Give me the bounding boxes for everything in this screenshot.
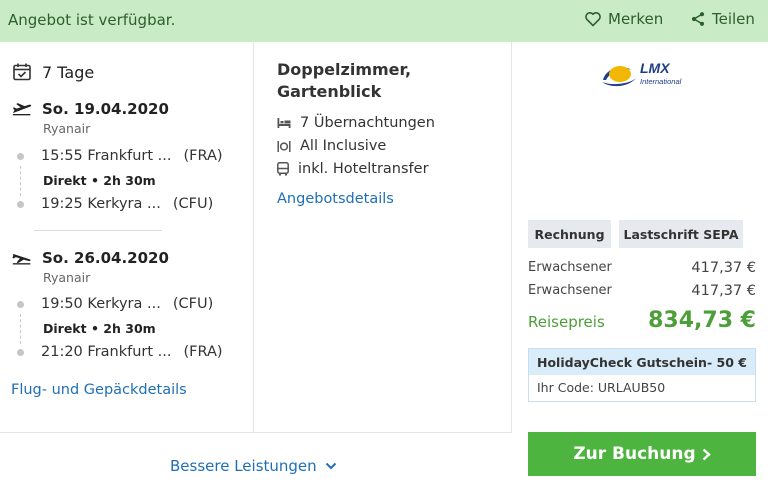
voucher-title: HolidayCheck Gutschein bbox=[537, 354, 707, 370]
nights-text: 7 Übernachtungen bbox=[300, 115, 435, 131]
departure-time: 15:55 bbox=[41, 148, 83, 164]
outbound-date: So. 19.04.2020 bbox=[12, 100, 169, 118]
flight-duration: 2h 30m bbox=[103, 173, 156, 188]
bus-icon bbox=[277, 162, 289, 176]
nights-feature: 7 Übernachtungen bbox=[277, 115, 435, 131]
return-airline: Ryanair bbox=[43, 270, 91, 285]
chevron-down-icon bbox=[325, 462, 336, 470]
plane-takeoff-icon bbox=[12, 103, 32, 116]
direct-label: Direkt bbox=[43, 321, 87, 336]
stop-dot bbox=[17, 200, 24, 208]
arrival-code: (CFU) bbox=[172, 196, 214, 212]
share-icon bbox=[691, 12, 705, 26]
voucher-discount: - 50 € bbox=[707, 354, 747, 370]
outbound-airline: Ryanair bbox=[43, 121, 91, 136]
price-column: LMX International Rechnung Lastschrift S… bbox=[512, 42, 768, 489]
room-type-line1: Doppelzimmer, bbox=[277, 60, 412, 79]
calendar-icon bbox=[13, 63, 31, 81]
departure-city: Kerkyra ... bbox=[87, 296, 161, 312]
arrival-time: 19:25 bbox=[41, 196, 83, 212]
share-label: Teilen bbox=[712, 10, 755, 28]
transfer-feature: inkl. Hoteltransfer bbox=[277, 161, 429, 177]
book-button[interactable]: Zur Buchung bbox=[528, 432, 756, 476]
return-direct-info: Direkt • 2h 30m bbox=[43, 321, 156, 336]
room-type-line2: Gartenblick bbox=[277, 82, 382, 101]
save-button[interactable]: Merken bbox=[584, 10, 663, 28]
route-line bbox=[20, 314, 21, 344]
return-date-text: So. 26.04.2020 bbox=[42, 249, 169, 267]
better-services-label: Bessere Leistungen bbox=[170, 457, 317, 475]
traveler-label: Erwachsener bbox=[528, 283, 612, 298]
flight-column: 7 Tage So. 19.04.2020 Ryanair 15:55 Fran… bbox=[0, 42, 254, 432]
stop-dot bbox=[17, 348, 24, 356]
transfer-text: inkl. Hoteltransfer bbox=[298, 161, 429, 177]
trip-duration-text: 7 Tage bbox=[42, 62, 95, 82]
logo-wordmark: LMX bbox=[640, 60, 671, 76]
stop-dot bbox=[17, 300, 24, 308]
room-type: Doppelzimmer, Gartenblick bbox=[277, 59, 497, 103]
arrival-city: Frankfurt ... bbox=[87, 344, 172, 360]
arrival-code: (FRA) bbox=[183, 344, 223, 360]
voucher-code: Ihr Code: URLAUB50 bbox=[537, 380, 666, 395]
departure-code: (CFU) bbox=[172, 296, 214, 312]
board-text: All Inclusive bbox=[300, 138, 387, 154]
payment-method-sepa: Lastschrift SEPA bbox=[619, 220, 743, 248]
logo-subtext: International bbox=[640, 77, 682, 86]
bottom-bar: Bessere Leistungen bbox=[0, 432, 512, 489]
traveler-price: 417,37 € bbox=[691, 283, 756, 299]
departure-time: 19:50 bbox=[41, 296, 83, 312]
voucher-box: HolidayCheck Gutschein - 50 € Ihr Code: … bbox=[528, 348, 756, 402]
total-price-label: Reisepreis bbox=[528, 313, 605, 331]
save-label: Merken bbox=[608, 10, 664, 28]
traveler-price-row: Erwachsener 417,37 € bbox=[528, 260, 756, 276]
outbound-direct-info: Direkt • 2h 30m bbox=[43, 173, 156, 188]
board-feature: All Inclusive bbox=[277, 138, 386, 154]
outbound-date-text: So. 19.04.2020 bbox=[42, 100, 169, 118]
plane-landing-icon bbox=[12, 253, 31, 265]
flight-duration: 2h 30m bbox=[103, 321, 156, 336]
traveler-price-row: Erwachsener 417,37 € bbox=[528, 283, 756, 299]
tour-operator-logo: LMX International bbox=[600, 58, 684, 96]
heart-icon bbox=[585, 12, 601, 27]
arrival-time: 21:20 bbox=[41, 344, 83, 360]
better-services-toggle[interactable]: Bessere Leistungen bbox=[170, 457, 337, 475]
arrival-city: Kerkyra ... bbox=[87, 196, 161, 212]
book-button-label: Zur Buchung bbox=[573, 444, 696, 464]
departure-city: Frankfurt ... bbox=[87, 148, 172, 164]
bed-icon bbox=[277, 118, 291, 128]
availability-text: Angebot ist verfügbar. bbox=[8, 11, 176, 29]
outbound-departure: 15:55 Frankfurt ... (FRA) bbox=[17, 148, 223, 164]
direct-label: Direkt bbox=[43, 173, 87, 188]
total-price-row: Reisepreis 834,73 € bbox=[528, 308, 756, 333]
traveler-price: 417,37 € bbox=[691, 260, 756, 276]
availability-banner: Angebot ist verfügbar. Merken Teilen bbox=[0, 0, 768, 42]
chevron-right-icon bbox=[702, 448, 711, 460]
outbound-arrival: 19:25 Kerkyra ... (CFU) bbox=[17, 196, 213, 212]
total-price-value: 834,73 € bbox=[648, 308, 756, 333]
stop-dot bbox=[17, 152, 24, 160]
flight-details-link[interactable]: Flug- und Gepäckdetails bbox=[11, 382, 187, 398]
return-departure: 19:50 Kerkyra ... (CFU) bbox=[17, 296, 213, 312]
cutlery-icon bbox=[277, 140, 291, 152]
hotel-column: Doppelzimmer, Gartenblick 7 Übernachtung… bbox=[254, 42, 512, 432]
voucher-header: HolidayCheck Gutschein - 50 € bbox=[529, 349, 755, 375]
payment-method-invoice: Rechnung bbox=[528, 220, 611, 248]
traveler-label: Erwachsener bbox=[528, 260, 612, 275]
route-line bbox=[20, 166, 21, 196]
departure-code: (FRA) bbox=[183, 148, 223, 164]
share-button[interactable]: Teilen bbox=[690, 10, 755, 28]
trip-duration: 7 Tage bbox=[12, 62, 94, 82]
return-date: So. 26.04.2020 bbox=[12, 249, 169, 267]
flight-separator bbox=[34, 230, 162, 231]
offer-details-link[interactable]: Angebotsdetails bbox=[277, 191, 394, 207]
return-arrival: 21:20 Frankfurt ... (FRA) bbox=[17, 344, 223, 360]
